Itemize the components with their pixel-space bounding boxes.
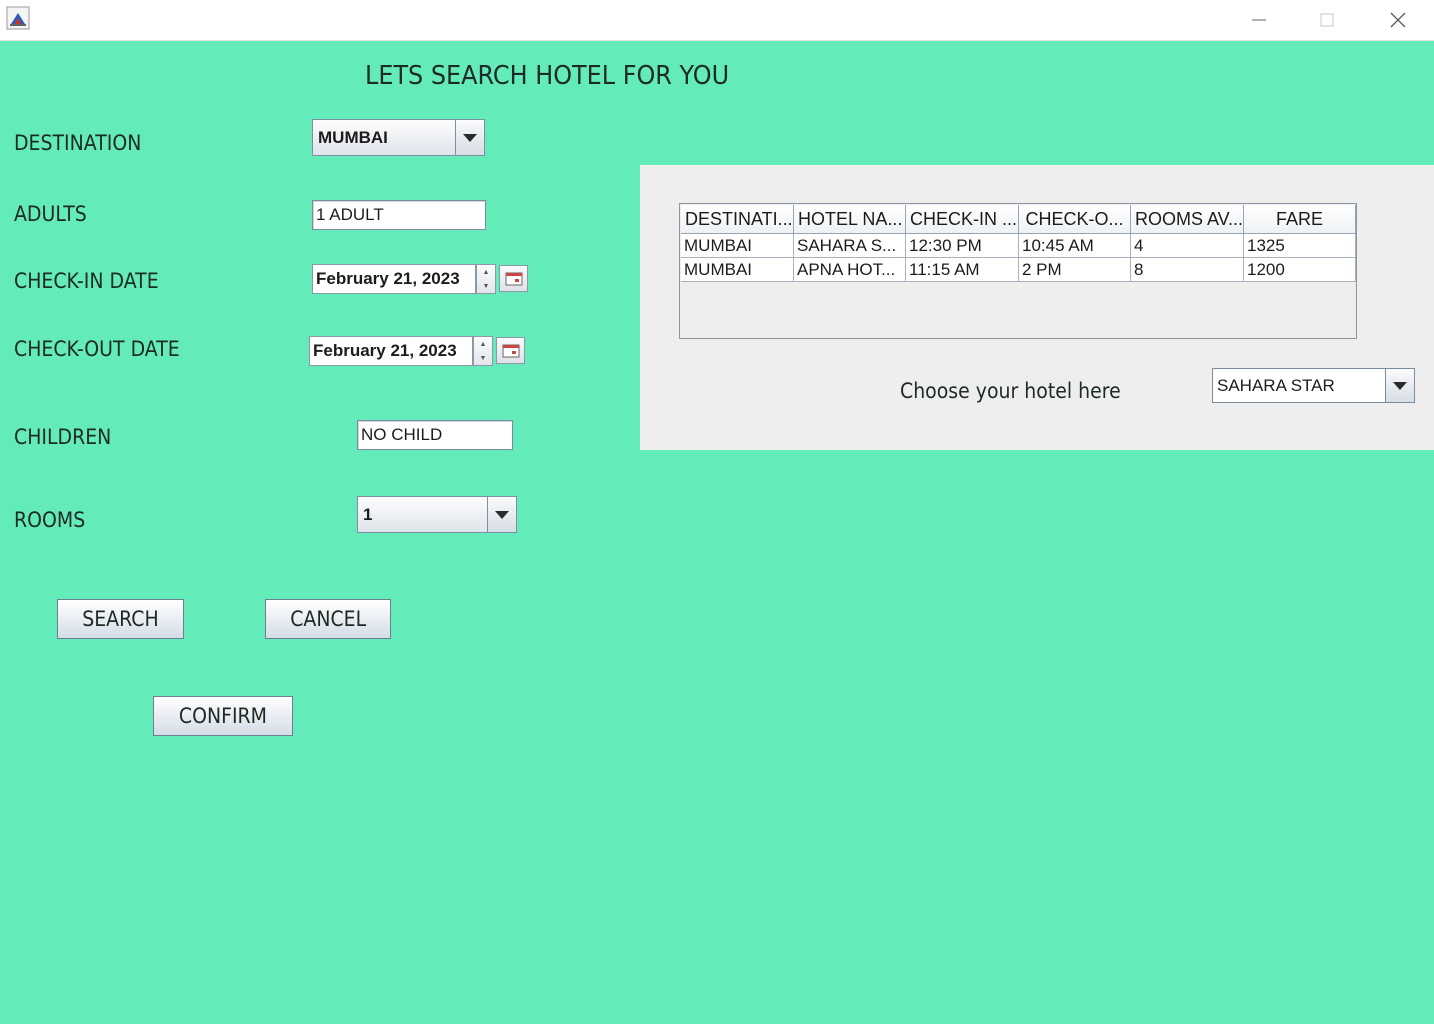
spinner-down-icon[interactable]: ▼ bbox=[474, 351, 492, 365]
destination-label: DESTINATION bbox=[14, 131, 142, 155]
search-button[interactable]: SEARCH bbox=[57, 599, 184, 639]
maximize-icon bbox=[1320, 13, 1334, 27]
checkout-spinner[interactable]: ▲ ▼ bbox=[473, 336, 493, 366]
confirm-button[interactable]: CONFIRM bbox=[153, 696, 293, 736]
cancel-button-label: CANCEL bbox=[290, 607, 366, 631]
table-cell[interactable]: 11:15 AM bbox=[906, 258, 1019, 282]
page-title: LETS SEARCH HOTEL FOR YOU bbox=[365, 61, 730, 91]
checkout-date-field[interactable]: February 21, 2023 bbox=[309, 336, 473, 366]
table-cell[interactable]: APNA HOT... bbox=[794, 258, 906, 282]
table-cell[interactable]: 4 bbox=[1131, 234, 1244, 258]
chevron-down-icon[interactable] bbox=[487, 497, 516, 532]
rooms-value: 1 bbox=[363, 504, 373, 524]
checkout-label: CHECK-OUT DATE bbox=[14, 337, 180, 361]
table-cell[interactable]: MUMBAI bbox=[681, 258, 794, 282]
search-button-label: SEARCH bbox=[82, 607, 159, 631]
table-row[interactable]: MUMBAI SAHARA S... 12:30 PM 10:45 AM 4 1… bbox=[681, 234, 1356, 258]
hotel-results-table[interactable]: DESTINATI... HOTEL NA... CHECK-IN ... CH… bbox=[679, 203, 1357, 339]
close-button[interactable] bbox=[1364, 0, 1432, 40]
close-icon bbox=[1390, 12, 1406, 28]
maximize-button[interactable] bbox=[1293, 0, 1361, 40]
children-field[interactable]: NO CHILD bbox=[357, 420, 513, 450]
table-cell[interactable]: MUMBAI bbox=[681, 234, 794, 258]
minimize-button[interactable] bbox=[1225, 0, 1293, 40]
cancel-button[interactable]: CANCEL bbox=[265, 599, 391, 639]
column-header[interactable]: ROOMS AV... bbox=[1131, 205, 1244, 234]
chevron-down-icon[interactable] bbox=[455, 120, 484, 155]
column-header[interactable]: CHECK-O... bbox=[1019, 205, 1131, 234]
java-cup-icon bbox=[6, 6, 30, 30]
column-header[interactable]: CHECK-IN ... bbox=[906, 205, 1019, 234]
title-bar bbox=[0, 0, 1434, 41]
table-header: DESTINATI... HOTEL NA... CHECK-IN ... CH… bbox=[681, 205, 1356, 234]
results-panel: DESTINATI... HOTEL NA... CHECK-IN ... CH… bbox=[640, 165, 1434, 450]
spinner-up-icon[interactable]: ▲ bbox=[474, 337, 492, 351]
table-cell[interactable]: 2 PM bbox=[1019, 258, 1131, 282]
minimize-icon bbox=[1252, 19, 1266, 21]
confirm-button-label: CONFIRM bbox=[178, 704, 268, 728]
table-cell[interactable]: 8 bbox=[1131, 258, 1244, 282]
children-label: CHILDREN bbox=[14, 425, 112, 449]
rooms-select[interactable]: 1 bbox=[357, 496, 517, 533]
checkin-spinner[interactable]: ▲ ▼ bbox=[476, 264, 496, 294]
spinner-up-icon[interactable]: ▲ bbox=[477, 265, 495, 279]
destination-select[interactable]: MUMBAI bbox=[312, 119, 485, 156]
table-cell[interactable]: SAHARA S... bbox=[794, 234, 906, 258]
hotel-select[interactable]: SAHARA STAR bbox=[1212, 368, 1415, 403]
rooms-label: ROOMS bbox=[14, 508, 86, 532]
column-header[interactable]: HOTEL NA... bbox=[794, 205, 906, 234]
column-header[interactable]: FARE bbox=[1244, 205, 1356, 234]
checkin-label: CHECK-IN DATE bbox=[14, 269, 159, 293]
table-cell[interactable]: 12:30 PM bbox=[906, 234, 1019, 258]
spinner-down-icon[interactable]: ▼ bbox=[477, 279, 495, 293]
adults-field[interactable]: 1 ADULT bbox=[312, 200, 486, 230]
checkin-date-field[interactable]: February 21, 2023 bbox=[312, 264, 476, 294]
table-cell[interactable]: 1325 bbox=[1244, 234, 1356, 258]
table-row[interactable]: MUMBAI APNA HOT... 11:15 AM 2 PM 8 1200 bbox=[681, 258, 1356, 282]
column-header[interactable]: DESTINATI... bbox=[681, 205, 794, 234]
calendar-icon[interactable] bbox=[496, 337, 525, 364]
table-cell[interactable]: 10:45 AM bbox=[1019, 234, 1131, 258]
adults-label: ADULTS bbox=[14, 202, 87, 226]
hotel-value: SAHARA STAR bbox=[1217, 375, 1335, 395]
choose-hotel-label: Choose your hotel here bbox=[900, 379, 1121, 403]
calendar-icon[interactable] bbox=[499, 265, 528, 292]
destination-value: MUMBAI bbox=[318, 127, 388, 147]
table-cell[interactable]: 1200 bbox=[1244, 258, 1356, 282]
main-panel: LETS SEARCH HOTEL FOR YOU DESTINATION MU… bbox=[0, 41, 1434, 1024]
chevron-down-icon[interactable] bbox=[1385, 369, 1414, 402]
